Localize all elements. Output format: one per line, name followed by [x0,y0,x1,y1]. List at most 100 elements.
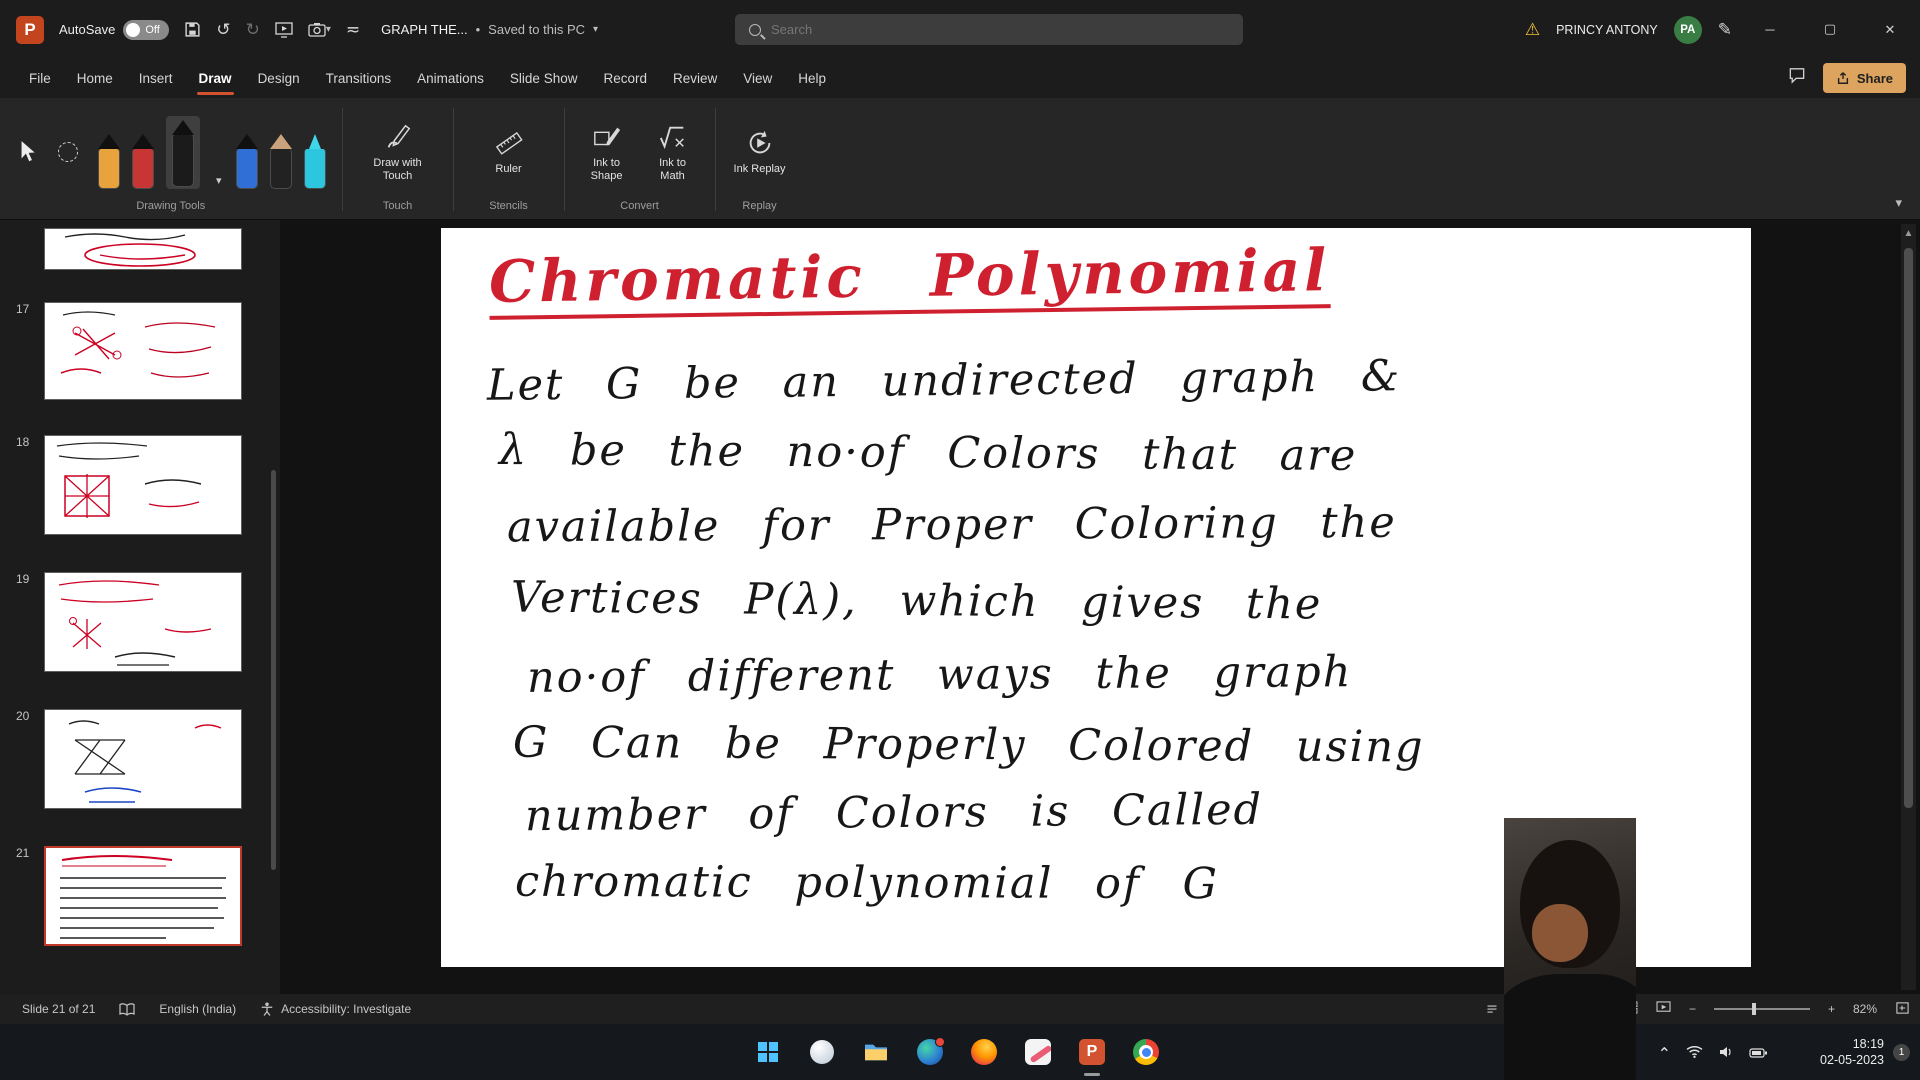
pen-gallery-chevron-icon[interactable]: ▾ [216,174,222,187]
webcam-overlay [1504,818,1636,1080]
spellcheck-book-icon[interactable] [119,1003,135,1016]
ink-to-math-button[interactable]: Ink to Math [647,122,699,183]
collapse-ribbon-icon[interactable]: ▾ [1895,196,1902,211]
ink-to-math-label: Ink to Math [647,157,699,183]
pen-blue-icon[interactable] [236,134,258,189]
zoom-level[interactable]: 82% [1853,1002,1877,1016]
tab-design[interactable]: Design [245,59,313,98]
thumbnail-slide-partial[interactable] [44,228,242,270]
tab-help[interactable]: Help [785,59,839,98]
zoom-slider[interactable] [1714,1008,1810,1010]
search-taskbar-button[interactable] [802,1032,842,1072]
share-button[interactable]: Share [1823,63,1906,93]
autosave-state: Off [145,24,159,36]
slide-indicator[interactable]: Slide 21 of 21 [22,1002,95,1016]
quick-access-options-icon[interactable]: ≂ [346,20,360,40]
autosave-toggle[interactable]: Off [123,20,169,40]
panel-scrollbar[interactable] [271,470,276,870]
search-box[interactable] [735,14,1243,45]
chrome-icon [1133,1039,1159,1065]
volume-icon[interactable] [1718,1045,1734,1063]
select-tool-icon[interactable] [16,140,38,164]
start-button[interactable] [748,1032,788,1072]
zoom-in-icon[interactable]: + [1828,1002,1835,1016]
language-indicator[interactable]: English (India) [159,1002,236,1016]
autosave-label: AutoSave [59,22,115,37]
document-title[interactable]: GRAPH THE... [381,22,467,37]
pen-black-selected-icon[interactable] [166,116,200,189]
notification-badge[interactable]: 1 [1893,1044,1910,1061]
redo-icon[interactable]: ↻ [246,20,260,40]
save-icon[interactable] [184,21,201,38]
fit-to-window-icon[interactable] [1895,1001,1910,1018]
powerpoint-taskbar-button[interactable]: P [1072,1032,1112,1072]
pen-red-icon[interactable] [132,134,154,189]
vertical-scrollbar[interactable]: ▲ [1901,224,1916,990]
draw-with-touch-button[interactable]: Draw with Touch [359,122,437,183]
tab-insert[interactable]: Insert [126,59,186,98]
stencils-group: Ruler Stencils [454,98,564,219]
thumbnail-number: 20 [16,709,29,723]
minimize-button[interactable]: ─ [1748,0,1792,59]
zoom-out-icon[interactable]: − [1689,1002,1696,1016]
chrome-browser-button[interactable] [1126,1032,1166,1072]
tab-record[interactable]: Record [590,59,660,98]
slide-ink-line: no·of different ways the graph [527,647,1353,703]
slide-thumbnail-panel: 17 18 19 [0,220,280,994]
toggle-knob-icon [126,23,140,37]
undo-icon[interactable]: ↺ [216,20,230,40]
wifi-icon[interactable] [1686,1045,1703,1063]
replay-group: Ink Replay Replay [716,98,804,219]
tab-draw[interactable]: Draw [186,59,245,98]
warning-icon[interactable]: ⚠ [1525,20,1540,40]
avatar[interactable]: PA [1674,16,1702,44]
presenter-face [1532,904,1588,962]
chevron-down-icon[interactable]: ▾ [593,24,598,35]
tab-transitions[interactable]: Transitions [313,59,405,98]
highlighter-cyan-icon[interactable] [304,134,326,189]
hidden-icons-chevron[interactable]: ⌃ [1658,1044,1671,1063]
tab-review[interactable]: Review [660,59,730,98]
pencil-icon[interactable] [270,134,292,189]
pen-edit-icon[interactable]: ✎ [1718,20,1732,40]
taskbar-clock[interactable]: 18:19 02-05-2023 [1820,1036,1884,1068]
thumbnail-slide-19[interactable] [44,572,242,672]
autosave-control[interactable]: AutoSave Off [59,20,169,40]
user-name[interactable]: PRINCY ANTONY [1556,23,1658,37]
thumbnail-slide-20[interactable] [44,709,242,809]
comments-icon[interactable] [1787,66,1807,90]
ruler-button[interactable]: Ruler [470,128,548,176]
battery-icon[interactable] [1749,1045,1768,1063]
close-button[interactable]: ✕ [1868,0,1912,59]
zoom-slider-thumb[interactable] [1752,1003,1756,1015]
tab-home[interactable]: Home [64,59,126,98]
drawing-app-button[interactable] [1018,1032,1058,1072]
save-status[interactable]: Saved to this PC [488,22,585,37]
ink-to-shape-button[interactable]: Ink to Shape [581,122,633,183]
firefox-browser-button[interactable] [964,1032,1004,1072]
maximize-button[interactable]: ▢ [1808,0,1852,59]
tab-slide-show[interactable]: Slide Show [497,59,591,98]
ink-replay-label: Ink Replay [734,163,786,176]
thumbnail-number: 17 [16,302,29,316]
scroll-up-icon[interactable]: ▲ [1901,224,1916,239]
powerpoint-logo-icon[interactable]: P [16,16,44,44]
pen-yellow-icon[interactable] [98,134,120,189]
scrollbar-thumb[interactable] [1904,248,1913,808]
tab-animations[interactable]: Animations [404,59,497,98]
search-ball-icon [810,1040,834,1064]
accessibility-status[interactable]: Accessibility: Investigate [260,1002,411,1016]
screenshot-icon[interactable]: ▾ [308,22,331,37]
ink-replay-button[interactable]: Ink Replay [732,128,788,176]
file-explorer-button[interactable] [856,1032,896,1072]
thumbnail-slide-17[interactable] [44,302,242,400]
thumbnail-slide-18[interactable] [44,435,242,535]
tab-view[interactable]: View [730,59,785,98]
present-icon[interactable] [275,22,293,38]
slideshow-view-icon[interactable] [1656,1001,1671,1017]
lasso-select-icon[interactable] [58,142,78,162]
search-input[interactable] [771,22,1171,37]
edge-browser-button[interactable] [910,1032,950,1072]
tab-file[interactable]: File [16,59,64,98]
thumbnail-slide-21-selected[interactable] [44,846,242,946]
